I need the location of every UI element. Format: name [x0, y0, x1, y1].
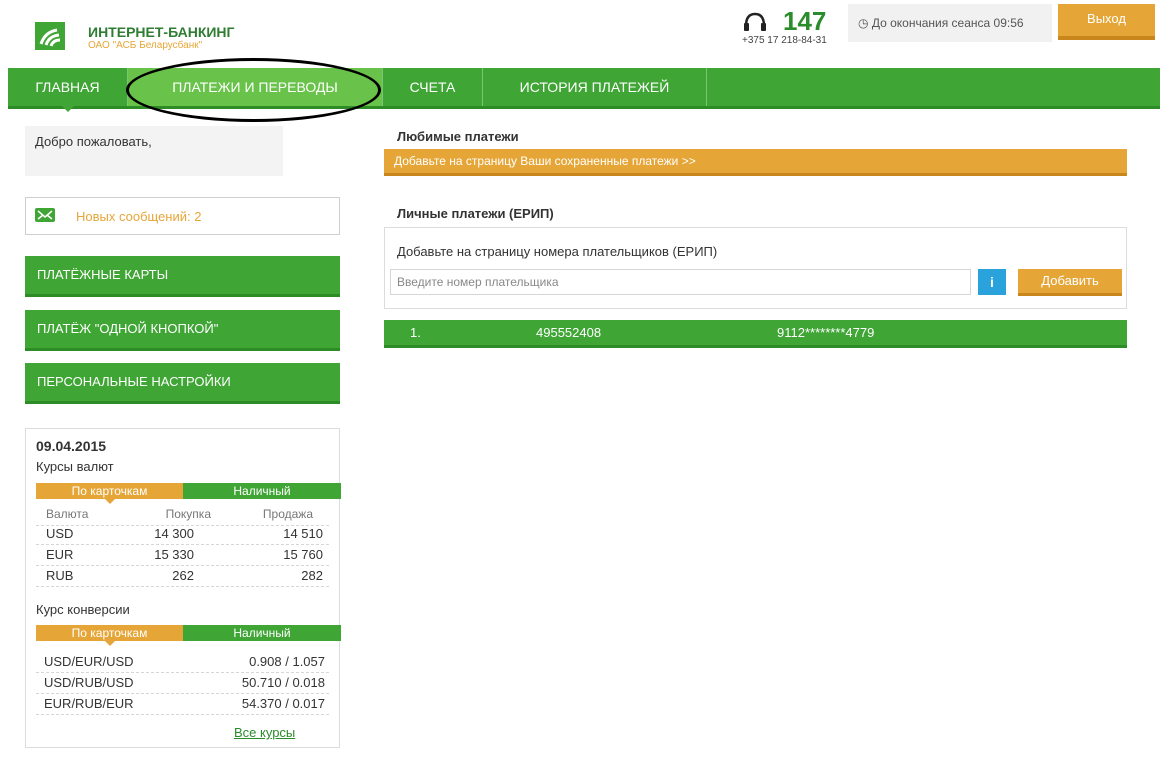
favorite-payments-bar[interactable]: Добавьте на страницу Ваши сохраненные пл…	[384, 149, 1127, 176]
exchange-rates-panel: 09.04.2015 Курсы валют По карточкам Нали…	[25, 428, 341, 748]
payment-row[interactable]: 1. 495552408 9112********4779	[384, 320, 1127, 348]
buy-rate: 262	[172, 568, 194, 583]
welcome-panel: Добро пожаловать,	[25, 126, 283, 176]
tab-card-rates[interactable]: По карточкам	[36, 483, 183, 504]
messages-link[interactable]: Новых сообщений: 2	[25, 197, 340, 235]
card-number: 9112********4779	[777, 325, 875, 340]
add-button[interactable]: Добавить	[1018, 269, 1122, 296]
tab-cash-rates[interactable]: Наличный	[183, 483, 341, 499]
session-timer: ◷ До окончания сеанса 09:56	[848, 4, 1052, 42]
column-currency: Валюта	[46, 507, 89, 521]
erip-title: Личные платежи (ЕРИП)	[397, 206, 554, 221]
rates-table-header: Валюта Покупка Продажа	[36, 505, 329, 526]
buy-rate: 15 330	[154, 547, 194, 562]
sidebar-button-settings[interactable]: ПЕРСОНАЛЬНЫЕ НАСТРОЙКИ	[25, 363, 340, 404]
phone-short-number: 147	[783, 6, 827, 36]
conversion-rate-tabs: По карточкам Наличный	[36, 625, 341, 646]
highlight-ellipse	[126, 58, 381, 122]
sidebar-button-cards[interactable]: ПЛАТЁЖНЫЕ КАРТЫ	[25, 256, 340, 297]
conversion-value: 50.710 / 0.018	[241, 675, 325, 690]
welcome-text: Добро пожаловать,	[35, 134, 152, 149]
tab-accounts[interactable]: СЧЕТА	[383, 68, 483, 106]
conversion-pair: EUR/RUB/EUR	[44, 696, 134, 711]
conversion-pair: USD/EUR/USD	[44, 654, 134, 669]
sell-rate: 15 760	[283, 547, 323, 562]
table-row: USD/EUR/USD 0.908 / 1.057	[36, 652, 329, 673]
table-row: USD 14 300 14 510	[36, 524, 329, 545]
conversion-value: 0.908 / 1.057	[249, 654, 325, 669]
currency-code: EUR	[46, 547, 74, 562]
erip-panel: Добавьте на страницу номера плательщиков…	[384, 227, 1127, 309]
table-row: RUB 262 282	[36, 566, 329, 587]
table-row: USD/RUB/USD 50.710 / 0.018	[36, 673, 329, 694]
logo-title: ИНТЕРНЕТ-БАНКИНГ	[88, 24, 235, 40]
rates-date: 09.04.2015	[36, 438, 107, 454]
currency-code: USD	[46, 526, 74, 541]
messages-label: Новых сообщений: 2	[76, 209, 202, 224]
bank-logo-icon	[35, 22, 65, 50]
phone-full-number: +375 17 218-84-31	[742, 35, 827, 46]
tab-main[interactable]: ГЛАВНАЯ	[8, 68, 128, 112]
info-button[interactable]: i	[978, 269, 1006, 295]
sidebar-button-one-click[interactable]: ПЛАТЁЖ "ОДНОЙ КНОПКОЙ"	[25, 310, 340, 351]
table-row: EUR/RUB/EUR 54.370 / 0.017	[36, 694, 329, 715]
currency-rate-tabs: По карточкам Наличный	[36, 483, 341, 504]
payment-index: 1.	[410, 325, 421, 340]
erip-hint: Добавьте на страницу номера плательщиков…	[397, 244, 718, 259]
payer-number: 495552408	[536, 325, 602, 340]
sell-rate: 282	[301, 568, 323, 583]
conversion-pair: USD/RUB/USD	[44, 675, 134, 690]
currency-code: RUB	[46, 568, 74, 583]
column-sell: Продажа	[262, 507, 313, 521]
logo-subtitle: ОАО "АСБ Беларусбанк"	[88, 40, 203, 51]
envelope-icon	[35, 208, 55, 222]
buy-rate: 14 300	[154, 526, 194, 541]
session-text: До окончания сеанса 09:56	[871, 16, 1024, 30]
payer-number-input[interactable]	[390, 269, 971, 295]
headset-icon	[742, 12, 768, 32]
sell-rate: 14 510	[283, 526, 323, 541]
tab-card-conversion[interactable]: По карточкам	[36, 625, 183, 646]
clock-icon: ◷	[858, 16, 869, 30]
all-rates-link[interactable]: Все курсы	[234, 725, 295, 740]
conversion-value: 54.370 / 0.017	[241, 696, 325, 711]
tab-payment-history[interactable]: ИСТОРИЯ ПЛАТЕЖЕЙ	[483, 68, 707, 106]
conversion-rates-title: Курс конверсии	[36, 602, 130, 617]
currency-rates-title: Курсы валют	[36, 459, 114, 474]
logout-button[interactable]: Выход	[1058, 4, 1155, 40]
column-buy: Покупка	[165, 507, 211, 521]
table-row: EUR 15 330 15 760	[36, 545, 329, 566]
tab-cash-conversion[interactable]: Наличный	[183, 625, 341, 641]
favorite-payments-title: Любимые платежи	[397, 129, 519, 144]
